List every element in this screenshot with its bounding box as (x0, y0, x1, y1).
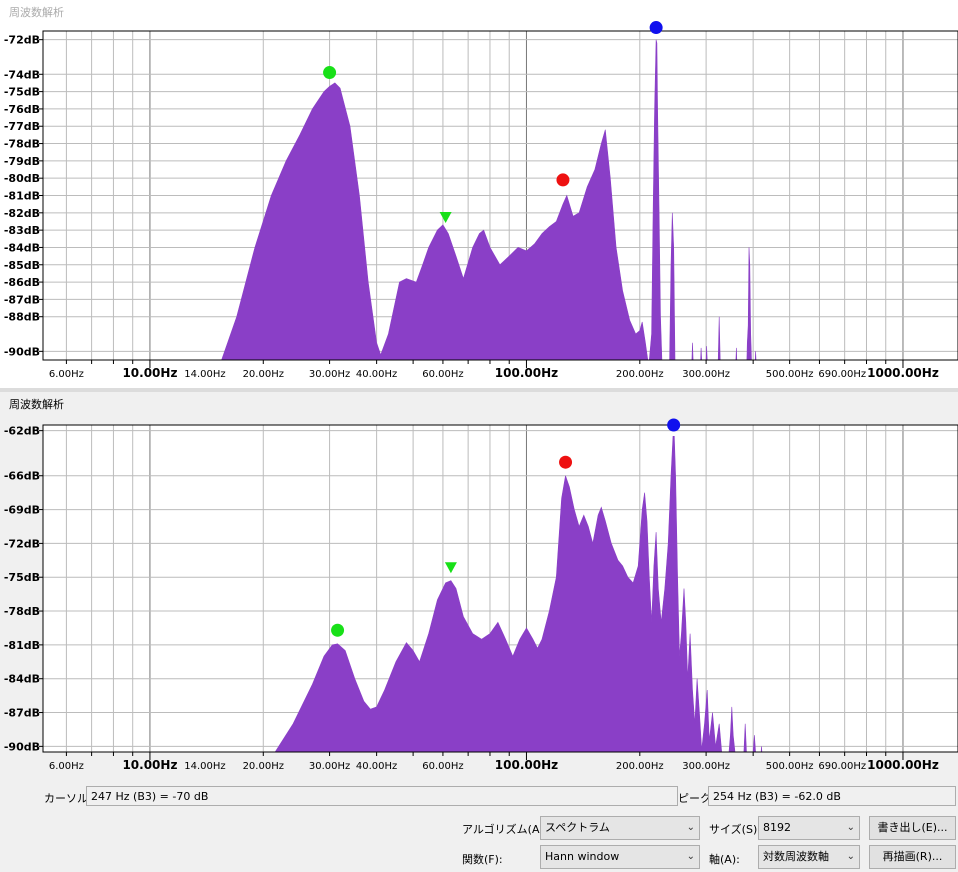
chevron-down-icon: ⌄ (846, 851, 855, 862)
x-tick-label: 300.00Hz (682, 369, 730, 380)
x-tick-label: 14.00Hz (184, 761, 225, 772)
x-tick-label: 30.00Hz (309, 761, 350, 772)
x-tick-label: 100.00Hz (495, 758, 558, 772)
axis-label: 軸(A): (709, 853, 740, 866)
y-tick-label: -88dB (4, 311, 40, 324)
axis-select[interactable]: 対数周波数軸 ⌄ (758, 845, 860, 869)
chevron-down-icon: ⌄ (686, 822, 695, 833)
y-tick-label: -87dB (4, 707, 40, 720)
peak-marker (667, 418, 681, 432)
y-tick-label: -76dB (4, 103, 40, 116)
x-tick-label: 1000.00Hz (867, 366, 939, 380)
peak-readout: 254 Hz (B3) = -62.0 dB (708, 786, 956, 806)
cursor-label: カーソル: (44, 792, 92, 805)
function-select[interactable]: Hann window ⌄ (540, 845, 700, 869)
x-tick-label: 1000.00Hz (867, 758, 939, 772)
spectrum-panel-top: 周波数解析 -72dB -74dB -75dB -76dB -77dB -78dB -79d… (0, 0, 958, 388)
peak-marker (649, 21, 663, 35)
axis-value: 対数周波数軸 (763, 850, 829, 863)
size-select[interactable]: 8192 ⌄ (758, 816, 860, 840)
y-tick-label: -69dB (4, 504, 40, 517)
y-tick-label: -81dB (4, 190, 40, 203)
y-tick-label: -72dB (4, 34, 40, 47)
y-tick-label: -85dB (4, 259, 40, 272)
x-tick-label: 6.00Hz (49, 369, 84, 380)
cursor-readout: 247 Hz (B3) = -70 dB (86, 786, 678, 806)
y-tick-label: -75dB (4, 86, 40, 99)
chevron-down-icon: ⌄ (686, 851, 695, 862)
x-tick-label: 100.00Hz (495, 366, 558, 380)
y-tick-label: -78dB (4, 605, 40, 618)
x-tick-label: 60.00Hz (422, 369, 463, 380)
chevron-down-icon: ⌄ (846, 822, 855, 833)
x-tick-label: 300.00Hz (682, 761, 730, 772)
y-tick-label: -87dB (4, 293, 40, 306)
y-tick-label: -86dB (4, 276, 40, 289)
x-tick-label: 10.00Hz (122, 758, 177, 772)
export-button[interactable]: 書き出し(E)... (869, 816, 956, 840)
peak-marker (559, 455, 573, 469)
y-tick-label: -62dB (4, 425, 40, 438)
y-tick-label: -90dB (4, 345, 40, 358)
y-tick-label: -77dB (4, 120, 40, 133)
algorithm-value: スペクトラム (545, 821, 610, 834)
y-tick-label: -84dB (4, 241, 40, 254)
x-tick-label: 20.00Hz (243, 761, 284, 772)
x-tick-label: 200.00Hz (616, 761, 664, 772)
x-tick-label: 200.00Hz (616, 369, 664, 380)
x-tick-label: 40.00Hz (356, 369, 397, 380)
function-value: Hann window (545, 850, 620, 863)
x-tick-label: 690.00Hz (818, 369, 866, 380)
y-tick-label: -81dB (4, 639, 40, 652)
algorithm-label: アルゴリズム(A): (462, 823, 548, 836)
peak-marker (323, 66, 337, 80)
x-tick-label: 500.00Hz (766, 369, 814, 380)
x-tick-label: 6.00Hz (49, 761, 84, 772)
y-tick-label: -78dB (4, 138, 40, 151)
x-tick-label: 30.00Hz (309, 369, 350, 380)
x-tick-label: 40.00Hz (356, 761, 397, 772)
peak-marker (331, 623, 345, 637)
y-tick-label: -74dB (4, 68, 40, 81)
y-tick-label: -72dB (4, 537, 40, 550)
size-value: 8192 (763, 821, 791, 834)
spectrum-plot-bottom[interactable]: -62dB -66dB -69dB -72dB -75dB -78dB -81dB -84dB… (0, 392, 958, 782)
y-tick-label: -84dB (4, 673, 40, 686)
x-tick-label: 20.00Hz (243, 369, 284, 380)
function-label: 関数(F): (462, 853, 503, 866)
y-tick-label: -79dB (4, 155, 40, 168)
peak-marker (556, 173, 570, 187)
y-tick-label: -90dB (4, 740, 40, 753)
x-tick-label: 60.00Hz (422, 761, 463, 772)
y-tick-label: -75dB (4, 571, 40, 584)
replot-button[interactable]: 再描画(R)... (869, 845, 956, 869)
x-tick-label: 10.00Hz (122, 366, 177, 380)
x-tick-label: 690.00Hz (818, 761, 866, 772)
algorithm-select[interactable]: スペクトラム ⌄ (540, 816, 700, 840)
x-tick-label: 14.00Hz (184, 369, 225, 380)
spectrum-plot-top[interactable]: -72dB -74dB -75dB -76dB -77dB -78dB -79dB -80dB… (0, 0, 958, 388)
x-tick-label: 500.00Hz (766, 761, 814, 772)
y-tick-label: -82dB (4, 207, 40, 220)
size-label: サイズ(S): (709, 823, 761, 836)
y-tick-label: -80dB (4, 172, 40, 185)
y-tick-label: -83dB (4, 224, 40, 237)
spectrum-panel-bottom: 周波数解析 -62dB -66dB -69dB -72dB -75dB -78dB -81d… (0, 392, 958, 872)
y-tick-label: -66dB (4, 470, 40, 483)
